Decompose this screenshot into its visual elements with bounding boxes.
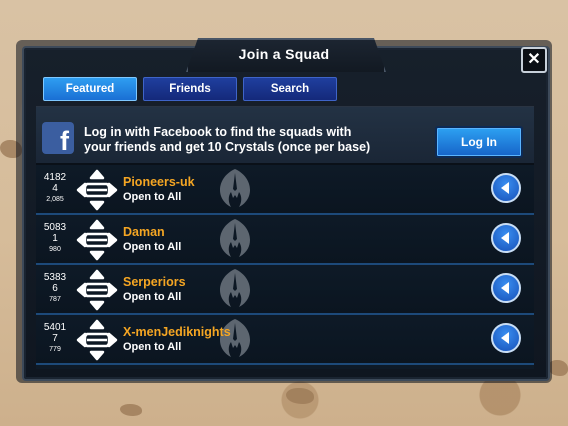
squad-status: Open to All [123, 341, 182, 353]
view-squad-button[interactable] [491, 223, 521, 253]
facebook-message-line2: your friends and get 10 Crystals (once p… [84, 140, 371, 154]
squad-status: Open to All [123, 291, 182, 303]
rebel-alliance-icon [204, 317, 266, 361]
facebook-message-line1: Log in with Facebook to find the squads … [84, 125, 352, 139]
view-squad-button[interactable] [491, 273, 521, 303]
squad-name: Daman [123, 225, 165, 239]
squad-emblem-icon [76, 169, 118, 211]
background-rock [120, 404, 142, 416]
squad-emblem-icon [76, 269, 118, 311]
squad-members: 7 [52, 333, 58, 344]
facebook-login-banner: f Log in with Facebook to find the squad… [36, 107, 534, 163]
squad-emblem-icon [76, 319, 118, 361]
background-rock [286, 388, 314, 404]
squad-stats: 4182 4 2,085 [38, 172, 72, 205]
squad-name: X-menJediknights [123, 325, 231, 339]
tab-search[interactable]: Search [243, 77, 337, 101]
view-squad-button[interactable] [491, 323, 521, 353]
squad-name: Pioneers-uk [123, 175, 195, 189]
squad-row[interactable]: 5401 7 779 X-menJediknights Open to All [36, 315, 534, 365]
squad-rank: 5083 [43, 222, 67, 233]
squad-stats: 5401 7 779 [38, 322, 72, 355]
rebel-alliance-icon [204, 217, 266, 261]
squad-rank: 5401 [43, 322, 67, 333]
dialog-title: Join a Squad [238, 46, 330, 62]
squad-members: 1 [52, 233, 58, 244]
squad-stats: 5383 6 787 [38, 272, 72, 305]
squad-emblem-icon [76, 219, 118, 261]
squad-members: 4 [52, 183, 58, 194]
squad-reputation: 2,085 [46, 196, 64, 203]
squad-row[interactable]: 5083 1 980 Daman Open to All [36, 215, 534, 265]
tab-friends[interactable]: Friends [143, 77, 237, 101]
login-button[interactable]: Log In [435, 126, 523, 158]
facebook-message: Log in with Facebook to find the squads … [84, 125, 434, 155]
squad-reputation: 779 [49, 346, 61, 353]
rebel-alliance-icon [204, 167, 266, 211]
squad-rank: 4182 [43, 172, 67, 183]
close-button[interactable]: ✕ [521, 47, 547, 73]
squad-members: 6 [52, 283, 58, 294]
squad-row[interactable]: 4182 4 2,085 Pioneers-uk Open to All [36, 165, 534, 215]
squad-status: Open to All [123, 241, 182, 253]
squad-list-panel: f Log in with Facebook to find the squad… [36, 106, 534, 369]
squad-name: Serperiors [123, 275, 186, 289]
list-item-partial [36, 365, 534, 369]
squad-rank: 5383 [43, 272, 67, 283]
squad-status: Open to All [123, 191, 182, 203]
facebook-icon: f [42, 122, 74, 156]
squad-reputation: 787 [49, 296, 61, 303]
squad-stats: 5083 1 980 [38, 222, 72, 255]
view-squad-button[interactable] [491, 173, 521, 203]
rebel-alliance-icon [204, 267, 266, 311]
squad-row[interactable]: 5383 6 787 Serperiors Open to All [36, 265, 534, 315]
squad-reputation: 980 [49, 246, 61, 253]
tab-featured[interactable]: Featured [43, 77, 137, 101]
